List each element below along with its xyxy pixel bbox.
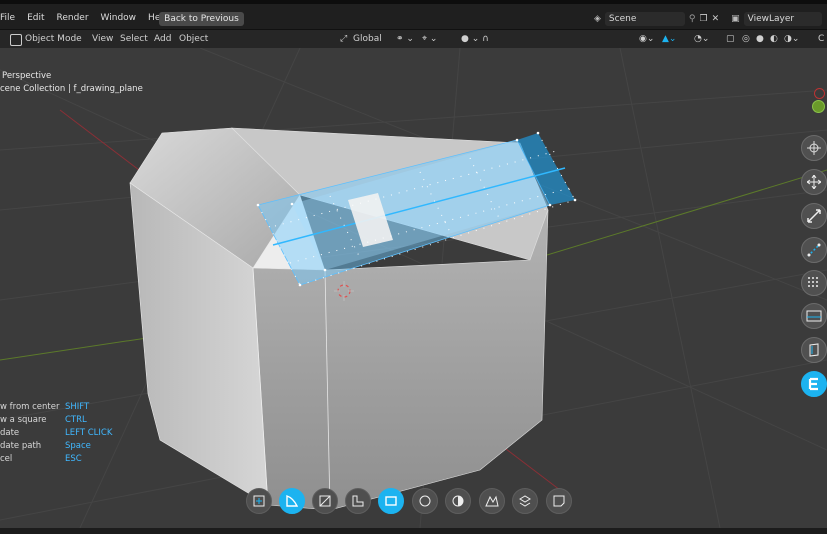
menu-view[interactable]: View: [92, 33, 113, 46]
pin-icon[interactable]: ⚲: [689, 14, 696, 24]
orientation-icon: ⤢: [340, 34, 348, 44]
measure-icon: [807, 243, 821, 257]
shortcut-row: w a square CTRL: [0, 415, 87, 427]
plane-view-icon: [806, 310, 822, 322]
face-icon: [809, 343, 819, 357]
circle-half-icon: [452, 495, 464, 507]
slice-icon: [319, 495, 331, 507]
menu-object[interactable]: Object: [179, 33, 208, 46]
draw-corner-button[interactable]: [279, 488, 305, 514]
collection-label: cene Collection | f_drawing_plane: [0, 84, 143, 94]
shortcut-row: w from center SHIFT: [0, 402, 89, 414]
view-layer-field[interactable]: ViewLayer: [743, 12, 822, 26]
extract-icon: [519, 495, 531, 507]
scale-icon: [807, 209, 821, 223]
circle-button[interactable]: [412, 488, 438, 514]
scene-selector-area: ◈ Scene ⚲ ❐ ✕ ▣ ViewLayer: [594, 12, 822, 26]
shortcut-label: date: [0, 428, 20, 438]
xray-icon[interactable]: ▢: [726, 33, 735, 46]
overlay-icon[interactable]: ◔⌄: [694, 33, 709, 46]
shading-material-icon[interactable]: ◐: [770, 33, 778, 46]
cursor-icon: [807, 141, 821, 155]
proportional-edit-icon[interactable]: ● ⌄ ∩: [461, 33, 489, 46]
copy-scene-icon[interactable]: ❐: [700, 14, 708, 24]
move-icon: [807, 175, 821, 189]
gizmo-toggle-icon[interactable]: ▲⌄: [662, 33, 676, 46]
back-to-previous-button[interactable]: Back to Previous: [159, 12, 244, 26]
shortcut-label: cel: [0, 454, 13, 464]
draw-corner-icon: [286, 495, 299, 507]
logo-e-icon: [808, 377, 818, 391]
scene-icon: ◈: [594, 14, 601, 24]
cursor-tool-button[interactable]: [801, 135, 827, 161]
grid-icon: [808, 277, 818, 287]
scene-canvas: [0, 48, 827, 528]
step-icon: [352, 495, 364, 507]
view-layer-icon: ▣: [731, 14, 740, 24]
circle-half-button[interactable]: [445, 488, 471, 514]
viewport-header: Object Mode View Select Add Object ⤢ Glo…: [0, 30, 827, 48]
shortcut-key: LEFT CLICK: [65, 428, 113, 438]
scale-tool-button[interactable]: [801, 203, 827, 229]
extract-button[interactable]: [512, 488, 538, 514]
note-button[interactable]: [546, 488, 572, 514]
shortcut-key: ESC: [65, 454, 82, 464]
menu-window[interactable]: Window: [101, 13, 137, 23]
orientation-dropdown[interactable]: Global: [353, 33, 382, 46]
circle-icon: [419, 495, 431, 507]
add-box-button[interactable]: [246, 488, 272, 514]
menu-render[interactable]: Render: [57, 13, 89, 23]
shading-rendered-icon[interactable]: ◑⌄: [784, 33, 799, 46]
step-button[interactable]: [345, 488, 371, 514]
mode-dropdown[interactable]: Object Mode: [25, 33, 82, 46]
editor-type-icon[interactable]: [10, 34, 22, 46]
scene-field[interactable]: Scene: [604, 12, 685, 26]
face-align-button[interactable]: [801, 337, 827, 363]
move-tool-button[interactable]: [801, 169, 827, 195]
shortcut-row: date LEFT CLICK: [0, 428, 112, 440]
x-axis-dot[interactable]: [814, 88, 825, 99]
view-perspective-label: Perspective: [2, 71, 52, 81]
rectangle-icon: [385, 496, 397, 506]
polygon-icon: [485, 495, 499, 507]
visibility-icon[interactable]: ◉⌄: [639, 33, 654, 46]
shading-wire-icon[interactable]: ◎: [742, 33, 750, 46]
menu-add[interactable]: Add: [154, 33, 171, 46]
shortcut-key: CTRL: [65, 415, 87, 425]
status-bar: [0, 528, 827, 534]
polygon-button[interactable]: [479, 488, 505, 514]
y-axis-dot[interactable]: [812, 100, 825, 113]
shortcut-row: cel ESC: [0, 454, 82, 466]
main-menu: File Edit Render Window Help: [0, 13, 169, 23]
add-box-icon: [253, 495, 265, 507]
top-bar: File Edit Render Window Help Back to Pre…: [0, 0, 827, 30]
rectangle-button[interactable]: [378, 488, 404, 514]
shortcut-label: w from center: [0, 402, 60, 412]
close-icon[interactable]: ✕: [712, 14, 720, 24]
addon-menu-button[interactable]: [801, 371, 827, 397]
shortcut-label: w a square: [0, 415, 47, 425]
shortcut-label: date path: [0, 441, 42, 451]
plane-view-button[interactable]: [801, 303, 827, 329]
shortcut-row: date path Space: [0, 441, 91, 453]
slice-button[interactable]: [312, 488, 338, 514]
3d-viewport[interactable]: Perspective cene Collection | f_drawing_…: [0, 48, 827, 528]
menu-edit[interactable]: Edit: [27, 13, 44, 23]
measure-tool-button[interactable]: [801, 237, 827, 263]
shortcut-key: SHIFT: [65, 402, 90, 412]
snap-icon[interactable]: ⌖ ⌄: [422, 33, 437, 46]
pivot-icon[interactable]: ⚭ ⌄: [396, 33, 414, 46]
note-icon: [553, 495, 565, 507]
sidebar-toggle-icon[interactable]: C: [818, 33, 824, 46]
menu-file[interactable]: File: [0, 13, 15, 23]
grid-tool-button[interactable]: [801, 270, 827, 296]
menu-select[interactable]: Select: [120, 33, 148, 46]
shading-solid-icon[interactable]: ●: [756, 33, 764, 46]
shortcut-key: Space: [65, 441, 91, 451]
